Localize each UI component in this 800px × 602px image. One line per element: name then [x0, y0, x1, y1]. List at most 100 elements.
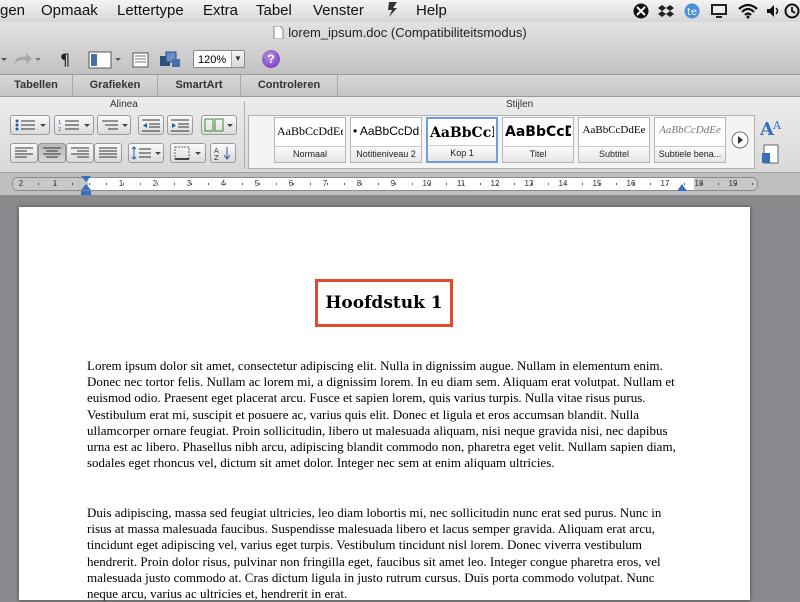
align-left-button[interactable]: [10, 143, 38, 163]
tab-smartart[interactable]: SmartArt: [158, 75, 241, 96]
columns-icon: [204, 118, 233, 132]
ruler-tick: [72, 183, 73, 185]
increase-indent-button[interactable]: [167, 115, 193, 135]
toolbox-icon[interactable]: [131, 50, 151, 70]
line-spacing-button[interactable]: [128, 143, 164, 163]
align-left-icon: [15, 147, 33, 158]
ruler-tick: [548, 183, 549, 185]
ruler-tick: [497, 183, 498, 185]
sort-button[interactable]: AZ: [210, 143, 236, 163]
ruler-number: 2: [18, 179, 24, 188]
menu-item-help[interactable]: Help: [416, 2, 447, 19]
style-preview: AaBbCcDdEe: [582, 124, 646, 136]
text-effects-icon[interactable]: AA: [758, 115, 786, 146]
wifi-icon[interactable]: [738, 3, 758, 19]
ruler-tick: [565, 183, 566, 185]
style-subtiele-benadrukking[interactable]: AaBbCcDdEe Subtiele bena...: [654, 117, 726, 163]
style-kop-1[interactable]: AaBbCcDd Kop 1: [426, 117, 498, 163]
ruler-tick: [140, 183, 141, 185]
tab-controleren[interactable]: Controleren: [241, 75, 338, 96]
xmarks-icon[interactable]: [633, 3, 649, 19]
bullets-button[interactable]: [10, 115, 50, 135]
ruler-number: 14: [558, 179, 568, 188]
body-paragraph[interactable]: Duis adipiscing, massa sed feugiat ultri…: [87, 505, 687, 602]
multilevel-list-button[interactable]: [97, 115, 131, 135]
menu-item-beeld[interactable]: gen: [0, 2, 25, 19]
ruler-tick: [106, 183, 107, 185]
horizontal-ruler[interactable]: 2 1 1 2 3 4 5 6 7 8 9 10 11 12 13 14 15 …: [0, 173, 800, 195]
zoom-dropdown-icon[interactable]: ▼: [231, 51, 244, 67]
columns-button[interactable]: [201, 115, 237, 135]
dropbox-icon[interactable]: [658, 3, 674, 19]
ruler-tick: [378, 183, 379, 185]
gallery-next-icon[interactable]: [731, 131, 749, 154]
style-normaal[interactable]: AaBbCcDdEe Normaal: [274, 117, 346, 163]
ruler-number: 15: [592, 179, 602, 188]
tab-tabellen[interactable]: Tabellen: [0, 75, 73, 96]
style-titel[interactable]: AaBbCcDd Titel: [502, 117, 574, 163]
ruler-tick: [157, 183, 158, 185]
text-expander-icon[interactable]: te: [684, 3, 700, 19]
body-paragraph[interactable]: Lorem ipsum dolor sit amet, consectetur …: [87, 358, 687, 471]
decrease-indent-button[interactable]: [138, 115, 164, 135]
style-preview: AaBbCcDdEe: [659, 124, 721, 136]
ruler-left-margin: [13, 178, 88, 190]
view-layout-icon[interactable]: [88, 50, 124, 70]
svg-text:te: te: [687, 7, 697, 18]
time-machine-icon[interactable]: [784, 3, 800, 19]
borders-button[interactable]: [170, 143, 206, 163]
ruler-tick: [242, 183, 243, 185]
chapter-heading[interactable]: Hoofdstuk 1: [315, 279, 453, 327]
ribbon: Alinea Stijlen 12 AZ AaBbCcDdEe Normaal …: [0, 97, 800, 173]
menu-item-tabel[interactable]: Tabel: [256, 2, 292, 19]
svg-text:¶: ¶: [60, 50, 70, 69]
document-page[interactable]: Hoofdstuk 1 Lorem ipsum dolor sit amet, …: [19, 207, 750, 602]
media-browser-icon[interactable]: [158, 50, 182, 70]
styles-pane-icon[interactable]: [760, 143, 782, 170]
ribbon-tabs: Tabellen Grafieken SmartArt Controleren: [0, 75, 800, 97]
tab-grafieken[interactable]: Grafieken: [73, 75, 158, 96]
align-center-button[interactable]: [38, 143, 66, 163]
ruler-track[interactable]: 2 1 1 2 3 4 5 6 7 8 9 10 11 12 13 14 15 …: [12, 177, 758, 191]
ruler-tick: [327, 183, 328, 185]
style-preview: AaBbCcDd: [505, 124, 571, 140]
numbering-button[interactable]: 12: [54, 115, 94, 135]
ruler-tick: [259, 183, 260, 185]
justify-button[interactable]: [94, 143, 122, 163]
zoom-select[interactable]: 120% ▼: [193, 50, 245, 68]
style-name: Notitieniveau 2: [351, 146, 421, 162]
redo-icon[interactable]: [10, 50, 41, 70]
ruler-number: 10: [422, 179, 432, 188]
ruler-tick: [463, 183, 464, 185]
group-divider: [244, 101, 245, 169]
menu-item-lettertype[interactable]: Lettertype: [117, 2, 184, 19]
ruler-tick: [344, 183, 345, 185]
ruler-tick: [446, 183, 447, 185]
display-icon[interactable]: [710, 3, 727, 19]
ruler-tick: [38, 183, 39, 185]
style-subtitel[interactable]: AaBbCcDdEe Subtitel: [578, 117, 650, 163]
help-button[interactable]: ?: [262, 50, 280, 68]
menu-item-extra[interactable]: Extra: [203, 2, 238, 19]
menu-item-venster[interactable]: Venster: [313, 2, 364, 19]
first-line-indent-marker-icon[interactable]: [80, 175, 92, 200]
align-center-icon: [43, 147, 61, 158]
style-notitieniveau-2[interactable]: • AaBbCcDd Notitieniveau 2: [350, 117, 422, 163]
menu-bar: gen Opmaak Lettertype Extra Tabel Venste…: [0, 0, 800, 23]
ruler-tick: [174, 183, 175, 185]
multilevel-list-icon: [102, 120, 128, 130]
volume-icon[interactable]: [766, 3, 782, 19]
ruler-tick: [191, 183, 192, 185]
right-indent-marker-icon[interactable]: [676, 179, 688, 197]
menu-item-opmaak[interactable]: Opmaak: [41, 2, 98, 19]
ruler-tick: [616, 183, 617, 185]
ruler-tick: [514, 183, 515, 185]
ruler-tick: [429, 183, 430, 185]
script-menu-icon[interactable]: [386, 0, 400, 22]
undo-dropdown-icon[interactable]: [0, 50, 8, 70]
align-right-icon: [71, 147, 89, 158]
align-right-button[interactable]: [66, 143, 94, 163]
ruler-tick: [718, 183, 719, 185]
pilcrow-icon[interactable]: ¶: [58, 50, 72, 70]
ruler-tick: [599, 183, 600, 185]
